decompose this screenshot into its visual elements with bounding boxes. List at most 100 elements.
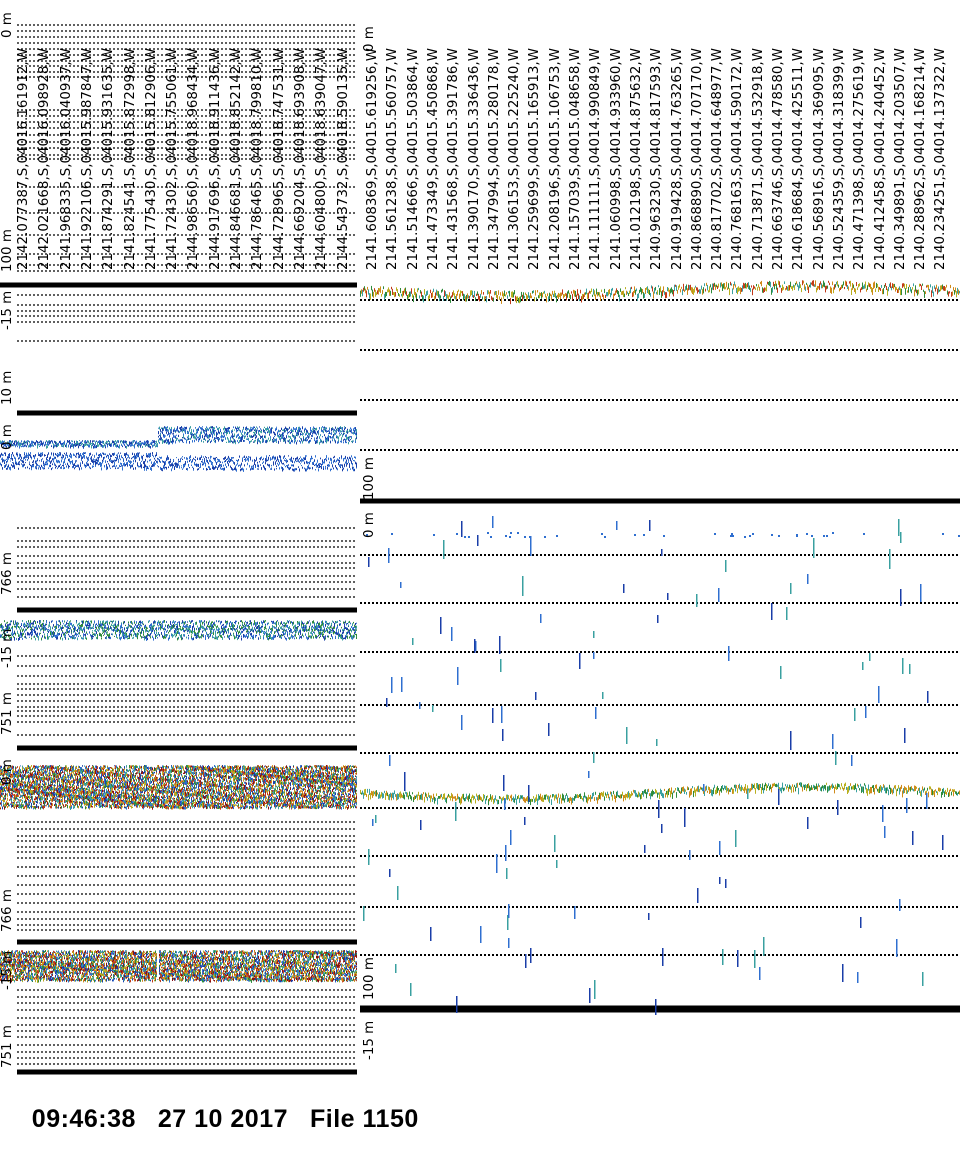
echo-band-mark <box>350 431 351 433</box>
echo-band-mark <box>62 638 63 641</box>
echo-band-mark <box>319 436 320 438</box>
echo-band-mark <box>25 467 26 469</box>
echo-band-mark <box>108 441 109 442</box>
echo-band-mark <box>263 439 264 441</box>
echo-band-mark <box>118 461 119 463</box>
echo-band-mark <box>118 467 119 468</box>
echo-band-mark <box>259 458 260 459</box>
echo-band-mark <box>113 620 114 621</box>
echo-band-mark <box>328 458 329 460</box>
echo-band-mark <box>323 441 324 444</box>
echo-band-mark <box>78 636 79 638</box>
echo-band-mark <box>108 443 109 445</box>
echo-band-mark <box>50 633 51 635</box>
echo-band-mark <box>41 638 42 641</box>
echo-band-mark <box>18 633 19 634</box>
echo-band-mark <box>57 445 58 448</box>
echo-band-mark <box>22 444 23 445</box>
echo-band-mark <box>96 623 97 625</box>
echo-band-mark <box>254 459 255 462</box>
echo-band-mark <box>94 446 95 448</box>
echo-band-mark <box>308 467 309 469</box>
echo-band-mark <box>151 468 152 471</box>
echo-band-mark <box>290 436 291 439</box>
echo-band-mark <box>74 441 75 443</box>
echo-band-mark <box>84 631 85 633</box>
echo-band-mark <box>24 464 25 466</box>
echo-band-mark <box>260 428 261 430</box>
echo-band-mark <box>37 459 38 460</box>
echo-band-mark <box>85 621 86 623</box>
echo-band-mark <box>104 629 105 632</box>
echo-band-mark <box>314 428 315 430</box>
echo-band-mark <box>153 445 154 447</box>
echo-band-mark <box>107 632 108 633</box>
echo-band-mark <box>80 627 81 629</box>
echo-band-mark <box>87 444 88 446</box>
echo-band-mark <box>89 453 90 455</box>
echo-band-mark <box>104 623 105 625</box>
echo-band-mark <box>117 455 118 457</box>
echo-band-mark <box>12 458 13 461</box>
echo-band-mark <box>86 457 87 459</box>
echo-band-mark <box>348 459 349 461</box>
echo-band-mark <box>63 455 64 458</box>
echo-band-mark <box>77 441 78 443</box>
echo-band-mark <box>141 456 142 459</box>
echo-band-mark <box>79 440 80 441</box>
echo-band-mark <box>59 620 60 622</box>
echo-band-mark <box>116 459 117 462</box>
echo-band-mark <box>93 466 94 467</box>
echo-band-mark <box>233 441 234 444</box>
echo-band-mark <box>247 432 248 434</box>
echo-band-mark <box>222 468 223 470</box>
echo-band-mark <box>312 458 313 459</box>
echo-band-mark <box>152 465 153 466</box>
echo-band-mark <box>337 428 338 430</box>
echo-band-mark <box>284 437 285 439</box>
echo-band-mark <box>164 426 165 428</box>
echo-band-mark <box>233 436 234 438</box>
echo-band-mark <box>223 436 224 438</box>
echo-band-mark <box>21 635 22 637</box>
echo-band-mark <box>196 429 197 431</box>
echo-band-mark <box>34 636 35 638</box>
echo-band-mark <box>215 442 216 443</box>
echo-band-mark <box>68 445 69 447</box>
echo-band-mark <box>23 445 24 447</box>
echo-band-mark <box>142 459 143 461</box>
echo-band-mark <box>53 635 54 637</box>
echo-band-mark <box>57 632 58 634</box>
echo-band-mark <box>83 456 84 458</box>
echo-band-mark <box>142 456 143 459</box>
echo-band-mark <box>249 430 250 433</box>
echo-band-mark <box>41 628 42 630</box>
echo-band-mark <box>106 628 107 629</box>
echo-band-mark <box>78 456 79 458</box>
echo-band-mark <box>73 454 74 456</box>
echo-band-mark <box>296 427 297 430</box>
echo-band-mark <box>279 430 280 432</box>
echo-band-mark <box>274 459 275 460</box>
echo-band-mark <box>91 443 92 444</box>
echo-band-mark <box>84 452 85 454</box>
echo-band-mark <box>226 459 227 460</box>
echo-band-mark <box>15 621 16 622</box>
echo-band-mark <box>58 454 59 457</box>
echo-band-mark <box>72 635 73 636</box>
echo-band-mark <box>82 457 83 459</box>
echo-band-mark <box>217 461 218 462</box>
echo-band-mark <box>143 467 144 468</box>
echo-band-mark <box>252 439 253 440</box>
echo-band-mark <box>159 435 160 436</box>
echo-band-mark <box>337 458 338 460</box>
echo-band-mark <box>63 445 64 447</box>
echo-band-mark <box>120 463 121 465</box>
echo-band-mark <box>118 440 119 441</box>
echo-band-mark <box>115 440 116 442</box>
echo-band-mark <box>17 622 18 624</box>
echo-band-mark <box>333 460 334 463</box>
echo-band-mark <box>164 464 165 466</box>
echo-band-mark <box>210 441 211 443</box>
echo-band-mark <box>230 439 231 440</box>
